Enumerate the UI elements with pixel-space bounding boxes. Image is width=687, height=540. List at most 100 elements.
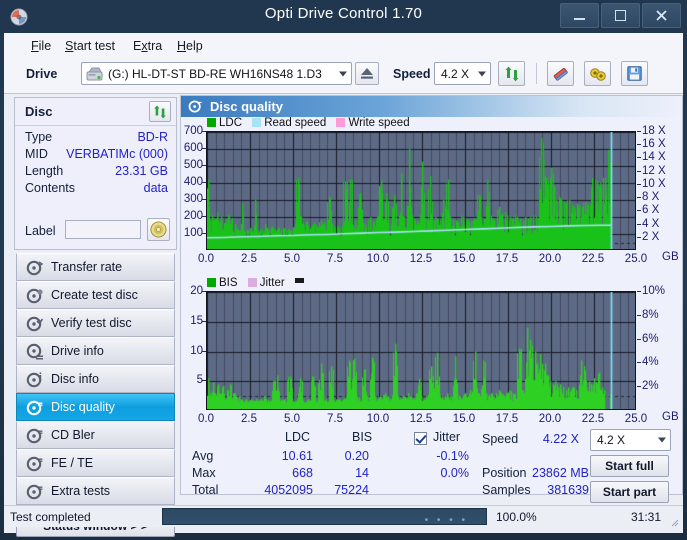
sidebar-item-label: FE / TE (51, 456, 93, 470)
x-tick-label: 10.0 (367, 253, 389, 265)
sidebar-item-extra-tests[interactable]: Extra tests (16, 477, 175, 505)
maximize-icon[interactable] (601, 3, 640, 28)
legend-swatch-bis (207, 278, 216, 287)
y2-tick-label: 4 X (642, 218, 659, 230)
speed-label: Speed (393, 67, 431, 81)
test-speed-value: 4.2 X (597, 433, 625, 447)
sidebar-item-disc-info[interactable]: Disc info (16, 365, 175, 393)
start-part-button[interactable]: Start part (590, 481, 669, 503)
sidebar-item-transfer-rate[interactable]: Transfer rate (16, 253, 175, 281)
close-icon[interactable] (642, 3, 681, 28)
legend-label-ldc: LDC (219, 117, 242, 129)
disc-info-panel: Disc Type BD-R MID VERBATIMc (000) (14, 97, 177, 250)
y-tick-label: 500 (184, 159, 203, 171)
menu-help[interactable]: Help (172, 37, 208, 55)
eraser-button[interactable] (547, 61, 574, 86)
disc-gold-icon[interactable] (147, 218, 170, 241)
menu-bar: File Start test Extra Help (4, 33, 683, 58)
disc-driveinfo-icon (26, 343, 44, 361)
sidebar-item-label: Transfer rate (51, 260, 122, 274)
ldc-chart: LDC Read speed Write speed 1002003004005… (181, 117, 682, 267)
y-tick-label: 200 (184, 210, 203, 222)
stats-value-position: 23862 MB (517, 466, 589, 480)
y-tick-mark (202, 182, 206, 183)
x-tick-label: 10.0 (367, 413, 389, 425)
y2-tick-label: 2 X (642, 231, 659, 243)
sidebar-item-disc-quality[interactable]: Disc quality (16, 393, 175, 421)
disc-create-icon (26, 287, 44, 305)
x-tick-label: 25.0 (625, 253, 647, 265)
title-bar: Opti Drive Control 1.70 (0, 0, 687, 33)
y2-tick-label: 10 X (642, 178, 666, 190)
chevron-down-icon (339, 71, 347, 76)
resize-grip[interactable] (670, 516, 679, 525)
stats-row-key-avg: Avg (192, 449, 213, 463)
sidebar-item-verify-test-disc[interactable]: Verify test disc (16, 309, 175, 337)
start-full-button[interactable]: Start full (590, 455, 669, 477)
y2-tick-mark (637, 291, 641, 292)
sidebar-item-create-test-disc[interactable]: Create test disc (16, 281, 175, 309)
disc-refresh-button[interactable] (149, 101, 171, 122)
y-tick-mark (202, 233, 206, 234)
x-tick-label: 5.0 (284, 413, 300, 425)
drive-select[interactable]: (G:) HL-DT-ST BD-RE WH16NS48 1.D3 (81, 62, 352, 85)
status-bar: Test completed • • • • 100.0% 31:31 (4, 505, 683, 527)
legend-label-jitter: Jitter (260, 277, 285, 289)
legend-label-bis: BIS (219, 277, 238, 289)
minimize-icon[interactable] (560, 3, 599, 28)
sidebar-item-cd-bler[interactable]: CD Bler (16, 421, 175, 449)
disc-label-row: Label (25, 220, 170, 242)
disc-row-value: data (144, 181, 168, 195)
chevron-down-icon (478, 71, 486, 76)
x-tick-label: 15.0 (453, 253, 475, 265)
application-window: Opti Drive Control 1.70 File Start test … (0, 0, 687, 540)
refresh-button[interactable] (498, 61, 525, 86)
disc-label-input[interactable] (65, 220, 141, 239)
sidebar-item-label: Verify test disc (51, 316, 132, 330)
y2-tick-label: 14 X (642, 151, 666, 163)
y2-tick-mark (637, 197, 641, 198)
x-tick-label: 2.5 (241, 253, 257, 265)
sidebar-item-label: Disc quality (51, 400, 115, 414)
ldc-plot-area[interactable] (206, 131, 636, 250)
menu-extra[interactable]: Extra (128, 37, 167, 55)
y-tick-mark (202, 380, 206, 381)
y-tick-mark (202, 148, 206, 149)
jitter-checkbox[interactable] (414, 432, 427, 445)
bis-plot-area[interactable] (206, 291, 636, 410)
y-tick-mark (202, 291, 206, 292)
disc-transfer-icon (26, 259, 44, 277)
disc-row-value: BD-R (137, 130, 168, 144)
y2-tick-mark (637, 237, 641, 238)
legend-swatch-read-speed (252, 118, 261, 127)
sidebar-item-fe-te[interactable]: FE / TE (16, 449, 175, 477)
eject-button[interactable] (355, 62, 379, 85)
progress-dots: • • • • (425, 515, 468, 526)
disc-row-key: Contents (25, 181, 75, 195)
client-area: File Start test Extra Help Drive (G:) HL… (4, 33, 683, 533)
y2-tick-label: 18 X (642, 125, 666, 137)
sidebar-item-label: CD Bler (51, 428, 95, 442)
elapsed-time: 31:31 (631, 510, 661, 524)
speed-select[interactable]: 4.2 X (434, 62, 491, 85)
y-tick-mark (202, 351, 206, 352)
disc-verify-icon (26, 315, 44, 333)
legend-swatch-write-speed (336, 118, 345, 127)
menu-start-test[interactable]: Start test (60, 37, 120, 55)
save-button[interactable] (621, 61, 648, 86)
y2-tick-mark (637, 210, 641, 211)
x-tick-label: 7.5 (327, 413, 343, 425)
bis-x-unit: GB (662, 411, 679, 423)
menu-file[interactable]: File (26, 37, 56, 55)
stats-header-ldc: LDC (285, 430, 310, 444)
sidebar-item-drive-info[interactable]: Drive info (16, 337, 175, 365)
y2-tick-label: 2% (642, 380, 659, 392)
test-speed-select[interactable]: 4.2 X (590, 429, 671, 451)
x-tick-label: 0.0 (198, 253, 214, 265)
y2-tick-mark (637, 157, 641, 158)
chevron-down-icon (658, 438, 666, 443)
disc-label-key: Label (25, 224, 56, 238)
tools-button[interactable] (584, 61, 611, 86)
x-tick-label: 22.5 (582, 253, 604, 265)
x-tick-label: 20.0 (539, 413, 561, 425)
